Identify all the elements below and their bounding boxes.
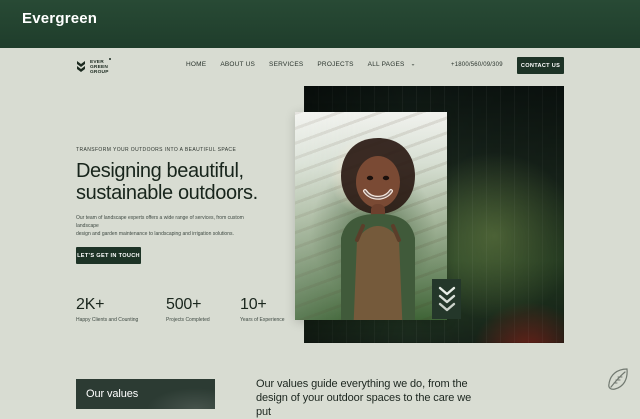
stat-years-experience-label: Years of Experience: [240, 317, 285, 323]
contact-us-button[interactable]: CONTACT US: [517, 57, 564, 74]
stat-projects-completed-value: 500+: [166, 296, 202, 313]
hero-subtext-line-1: Our team of landscape experts offers a w…: [76, 215, 244, 229]
values-card: Our values: [76, 379, 215, 409]
stat-happy-clients-value: 2K+: [76, 296, 105, 313]
stat-years-experience-value: 10+: [240, 296, 267, 313]
hero-headline: Designing beautiful, sustainable outdoor…: [76, 160, 286, 204]
values-paragraph: Our values guide everything we do, from …: [256, 377, 486, 419]
stat-happy-clients-label: Happy Clients and Counting: [76, 317, 139, 323]
brand[interactable]: EVER GREEN GROUP: [76, 58, 136, 76]
stat-happy-clients: 2K+ Happy Clients and Counting: [76, 296, 138, 323]
hero-subtext: Our team of landscape experts offers a w…: [76, 214, 261, 238]
window-topbar: Evergreen: [0, 0, 640, 48]
nav-item-about-us[interactable]: ABOUT US: [220, 61, 255, 68]
nav-item-services[interactable]: SERVICES: [269, 61, 303, 68]
get-in-touch-button[interactable]: LET’S GET IN TOUCH: [76, 247, 141, 264]
phone-number[interactable]: +1800/560/09/309: [451, 62, 503, 68]
hero-stats: 2K+ Happy Clients and Counting 500+ Proj…: [76, 296, 306, 336]
hero-headline-line-1: Designing beautiful,: [76, 160, 244, 182]
main-nav: HOME ABOUT US SERVICES PROJECTS ALL PAGE…: [186, 61, 416, 68]
stat-projects-completed-label: Projects Completed: [166, 317, 210, 323]
values-line-2: design of your outdoor spaces to the car…: [256, 392, 472, 418]
leaf-icon: [608, 368, 628, 390]
window-title: Evergreen: [22, 10, 98, 27]
chevron-down-icon: ⌄: [410, 61, 416, 68]
nav-item-all-pages-label: ALL PAGES: [367, 61, 405, 68]
values-line-1: Our values guide everything we do, from …: [256, 378, 468, 390]
values-title: Our values: [86, 388, 139, 400]
gardener-illustration: [341, 138, 415, 320]
stat-projects-completed: 500+ Projects Completed: [166, 296, 210, 323]
nav-item-all-pages[interactable]: ALL PAGES ⌄: [368, 61, 416, 68]
nav-item-projects[interactable]: PROJECTS: [317, 61, 353, 68]
hero-headline-line-2: sustainable outdoors.: [76, 182, 258, 204]
brand-name: EVER GREEN GROUP: [90, 60, 120, 75]
chevron-stack-svg: [438, 286, 455, 312]
gardener-portrait-image: [295, 112, 447, 320]
stat-years-experience: 10+ Years of Experience: [240, 296, 285, 323]
hero-subtext-line-2: design and garden maintenance to landsca…: [76, 231, 234, 237]
brand-dot: [109, 58, 111, 60]
brand-mark-icon: [77, 61, 85, 72]
nav-item-home[interactable]: HOME: [186, 61, 206, 68]
brand-line-3: GROUP: [90, 69, 109, 75]
hero-kicker: TRANSFORM YOUR OUTDOORS INTO A BEAUTIFUL…: [76, 147, 237, 153]
chevron-stack-icon: [432, 279, 461, 319]
